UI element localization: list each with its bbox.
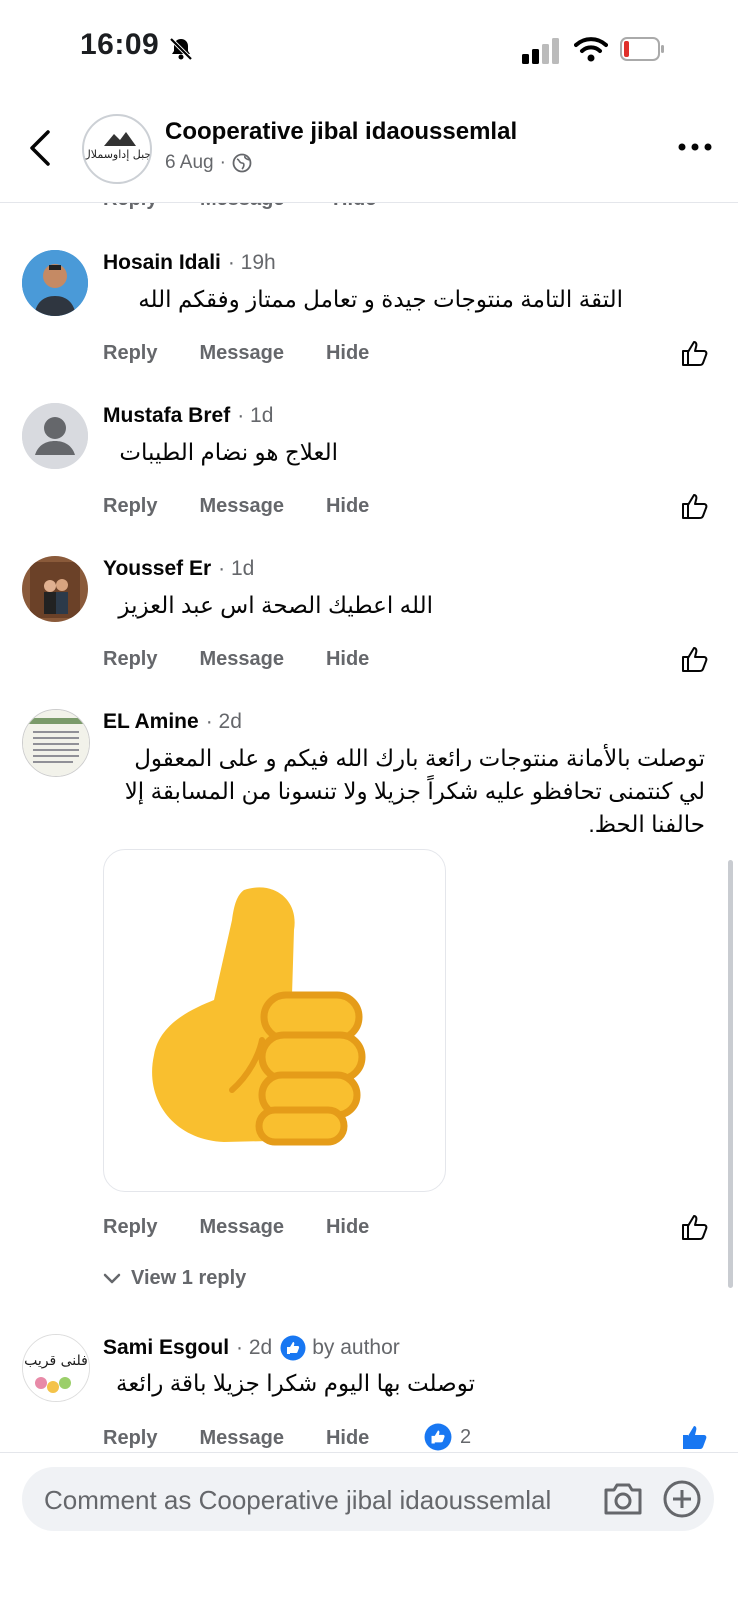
- commenter-avatar[interactable]: فلنی قریب: [22, 1334, 90, 1402]
- comment-time: · 19h: [227, 251, 276, 274]
- profile-photo: [23, 710, 89, 776]
- comment-time: · 1d: [237, 404, 274, 427]
- reaction-count: 2: [460, 1425, 472, 1448]
- globe-icon: [232, 153, 252, 173]
- hide-button[interactable]: Hide: [326, 495, 369, 518]
- camera-icon[interactable]: [602, 1481, 644, 1517]
- like-icon[interactable]: [680, 338, 710, 368]
- logo-text: جبل إداوسملال: [84, 148, 150, 161]
- comment-time: · 2d: [205, 710, 242, 733]
- hide-button[interactable]: Hide: [333, 202, 376, 211]
- previous-comment-actions: Reply Message Hide: [0, 202, 738, 214]
- page-avatar[interactable]: جبل إداوسملال: [82, 114, 152, 184]
- profile-photo: [22, 250, 88, 316]
- comment-time: · 2d: [236, 1336, 273, 1359]
- comment-actions: Reply Message Hide: [103, 495, 411, 518]
- hide-button[interactable]: Hide: [326, 648, 369, 671]
- reply-button[interactable]: Reply: [103, 495, 157, 518]
- view-replies-button[interactable]: View 1 reply: [103, 1267, 246, 1290]
- cooperative-logo-icon: جبل إداوسملال: [84, 132, 150, 161]
- battery-icon: [620, 37, 664, 61]
- comment-actions: Reply Message Hide: [103, 342, 411, 365]
- comment-author-line: EL Amine · 2d: [103, 710, 242, 734]
- meta-separator: ·: [219, 152, 226, 173]
- liked-icon[interactable]: [680, 1422, 710, 1452]
- message-button[interactable]: Message: [199, 648, 284, 671]
- page-name[interactable]: Cooperative jibal idaoussemlal: [165, 118, 517, 146]
- bell-muted-icon: [169, 37, 193, 61]
- comment-author[interactable]: Sami Esgoul: [103, 1336, 229, 1360]
- wifi-icon: [574, 37, 608, 62]
- like-icon[interactable]: [680, 644, 710, 674]
- comment-author[interactable]: Mustafa Bref: [103, 404, 230, 428]
- author-like-icon: [280, 1335, 306, 1361]
- comment-input[interactable]: [42, 1467, 606, 1533]
- comment-time: · 1d: [218, 557, 255, 580]
- message-button[interactable]: Message: [199, 1216, 284, 1239]
- reply-button[interactable]: Reply: [103, 342, 157, 365]
- reaction-summary[interactable]: 2: [424, 1423, 471, 1451]
- post-date: 6 Aug: [165, 152, 214, 173]
- more-options-icon[interactable]: [678, 142, 712, 152]
- comment-author[interactable]: EL Amine: [103, 710, 199, 734]
- scrollbar[interactable]: [728, 860, 733, 1288]
- comment-text: توصلت بها اليوم شكرا جزيلا باقة رائعة: [116, 1370, 475, 1396]
- post-header: جبل إداوسملال Cooperative jibal idaousse…: [0, 104, 738, 203]
- cellular-signal-icon: [522, 38, 559, 64]
- comment-box: [22, 1467, 714, 1533]
- post-meta: 6 Aug ·: [165, 152, 252, 174]
- comment-author-line: Youssef Er · 1d: [103, 557, 254, 581]
- message-button[interactable]: Message: [199, 342, 284, 365]
- comment-author[interactable]: Youssef Er: [103, 557, 211, 581]
- comment-author[interactable]: Hosain Idali: [103, 251, 221, 275]
- add-icon[interactable]: [662, 1479, 702, 1519]
- commenter-avatar[interactable]: [22, 250, 88, 316]
- reply-button[interactable]: Reply: [103, 1427, 157, 1450]
- profile-photo: فلنی قریب: [23, 1335, 89, 1401]
- comment-author-line: Hosain Idali · 19h: [103, 251, 276, 275]
- status-time: 16:09: [80, 28, 160, 61]
- like-icon[interactable]: [680, 491, 710, 521]
- thumbs-up-sticker-icon: [152, 887, 366, 1146]
- by-author-label: by author: [312, 1336, 400, 1359]
- hide-button[interactable]: Hide: [326, 1427, 369, 1450]
- default-avatar-icon: [22, 403, 88, 469]
- reply-button[interactable]: Reply: [103, 648, 157, 671]
- comment-text: الله اعطيك الصحة اس عبد العزيز: [118, 592, 433, 618]
- comment-composer: [0, 1452, 738, 1601]
- comment-actions: Reply Message Hide: [103, 1427, 411, 1450]
- profile-photo: [22, 556, 88, 622]
- comment-text: العلاج هو نضام الطيبات: [119, 439, 338, 465]
- comment-author-line: Mustafa Bref · 1d: [103, 404, 273, 428]
- comment-text: توصلت بالأمانة منتوجات رائعة بارك الله ف…: [124, 745, 705, 837]
- chevron-down-icon: [103, 1273, 121, 1283]
- comment-author-line: Sami Esgoul · 2d by author: [103, 1335, 400, 1361]
- comment-text: التقة التامة منتوجات جيدة و تعامل ممتاز …: [138, 286, 623, 312]
- like-reaction-icon: [424, 1423, 452, 1451]
- like-icon[interactable]: [680, 1212, 710, 1242]
- commenter-avatar[interactable]: [22, 709, 90, 777]
- reply-button[interactable]: Reply: [103, 202, 157, 211]
- commenter-avatar[interactable]: [22, 403, 88, 469]
- hide-button[interactable]: Hide: [326, 1216, 369, 1239]
- reply-button[interactable]: Reply: [103, 1216, 157, 1239]
- commenter-avatar[interactable]: [22, 556, 88, 622]
- view-replies-label: View 1 reply: [131, 1267, 247, 1289]
- comment-actions: Reply Message Hide: [103, 648, 411, 671]
- hide-button[interactable]: Hide: [326, 342, 369, 365]
- message-button[interactable]: Message: [199, 1427, 284, 1450]
- message-button[interactable]: Message: [200, 202, 285, 211]
- status-bar: 16:09: [0, 0, 738, 100]
- author-reaction-badge: by author: [280, 1335, 400, 1361]
- thumbs-up-sticker[interactable]: [103, 849, 446, 1192]
- avatar-text: فلنی قریب: [24, 1353, 88, 1369]
- back-arrow-icon[interactable]: [26, 126, 56, 170]
- comment-actions: Reply Message Hide: [103, 1216, 411, 1239]
- message-button[interactable]: Message: [199, 495, 284, 518]
